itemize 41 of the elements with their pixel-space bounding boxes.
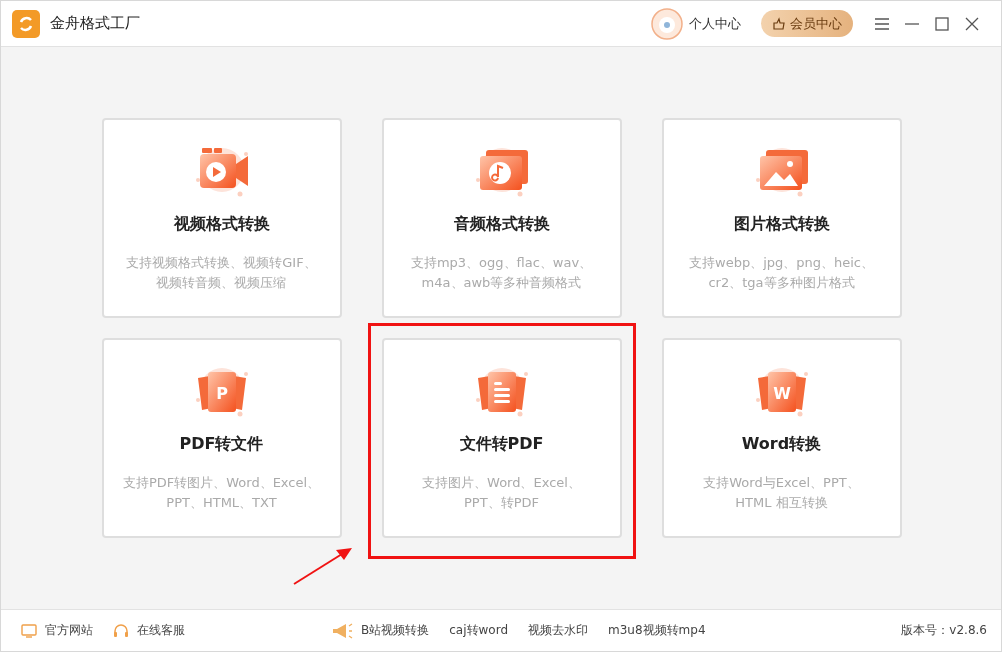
tool-card[interactable]: W Word转换 支持Word与Excel、PPT、 HTML 相互转换 [661,338,902,538]
tool-card[interactable]: 视频格式转换 支持视频格式转换、视频转GIF、 视频转音频、视频压缩 [101,118,342,318]
tool-card[interactable]: 音频格式转换 支持mp3、ogg、flac、wav、 m4a、awb等多种音频格式 [381,118,622,318]
headset-icon [113,622,129,639]
support-link[interactable]: 在线客服 [113,622,185,639]
website-link[interactable]: 官方网站 [21,622,93,639]
card-description: 支持图片、Word、Excel、 PPT、转PDF [422,474,581,512]
icon-letter: W [772,384,791,403]
card-description: 支持视频格式转换、视频转GIF、 视频转音频、视频压缩 [126,254,317,292]
card-title: 视频格式转换 [173,214,270,235]
card-title: 文件转PDF [459,434,544,455]
tool-card[interactable]: P PDF转文件 支持PDF转图片、Word、Excel、 PPT、HTML、TXT [101,338,342,538]
version-label: 版本号：v2.8.6 [901,622,987,639]
card-description: 支持Word与Excel、PPT、 HTML 相互转换 [703,474,860,512]
card-description: 支持webp、jpg、png、heic、 cr2、tga等多种图片格式 [689,254,874,292]
card-title: Word转换 [741,434,822,455]
avatar-icon[interactable] [651,7,683,40]
card-title: PDF转文件 [179,434,264,455]
logo-icon [12,9,40,38]
document-icon [195,368,248,417]
card-title: 图片格式转换 [733,214,830,235]
monitor-icon [21,623,37,638]
card-title: 音频格式转换 [453,214,550,235]
card-description: 支持mp3、ogg、flac、wav、 m4a、awb等多种音频格式 [410,254,593,292]
window-title: 金舟格式工厂 [50,14,141,33]
icon-letter: P [215,384,228,403]
tool-card[interactable]: 图片格式转换 支持webp、jpg、png、heic、 cr2、tga等多种图片格式 [661,118,902,318]
tool-card[interactable]: 文件转PDF 支持图片、Word、Excel、 PPT、转PDF [381,338,622,538]
video-camera-icon [195,148,248,197]
document-icon [475,368,528,417]
tool-link[interactable]: caj转word [449,622,508,639]
tool-link[interactable]: B站视频转换 [361,622,430,639]
tool-link[interactable]: m3u8视频转mp4 [608,622,706,639]
user-center-link[interactable]: 个人中心 [689,14,741,33]
document-icon [755,368,808,417]
image-icon [755,148,808,197]
tool-link[interactable]: 视频去水印 [528,622,588,639]
card-description: 支持PDF转图片、Word、Excel、 PPT、HTML、TXT [122,474,321,512]
vip-center-button[interactable]: 会员中心 [761,10,853,37]
music-note-icon [475,148,528,197]
megaphone-icon [331,621,353,640]
